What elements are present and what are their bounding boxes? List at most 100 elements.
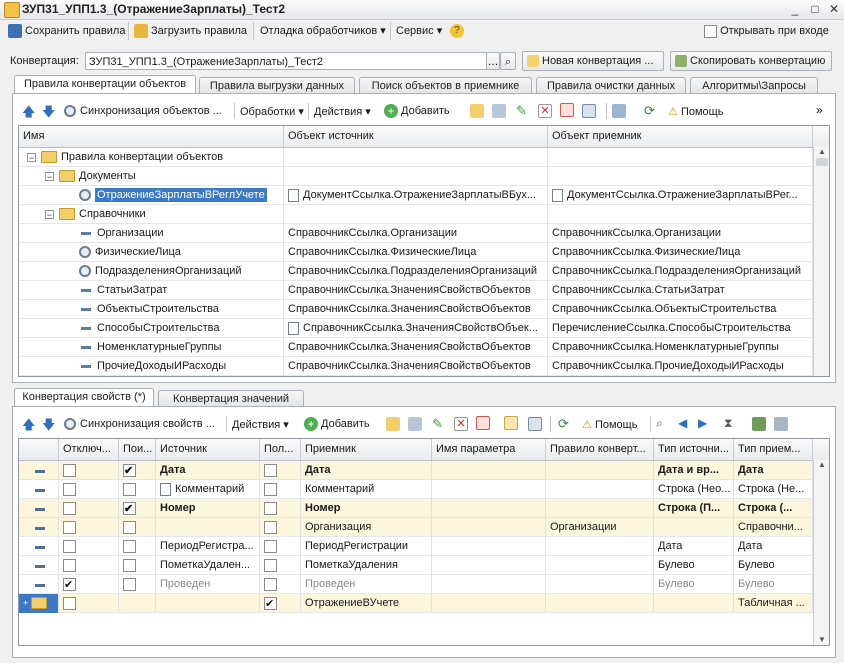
full-checkbox[interactable] — [264, 482, 277, 496]
expand-icon[interactable]: + — [23, 598, 28, 608]
new-folder-icon[interactable] — [470, 104, 484, 118]
new-conversion-button[interactable]: Новая конвертация ... — [522, 51, 664, 71]
disabled-checkbox[interactable] — [63, 558, 76, 572]
columns-icon[interactable] — [774, 417, 788, 431]
tab-property-conversion[interactable]: Конвертация свойств (*) — [14, 388, 154, 407]
table-row[interactable]: − Правила конвертации объектов — [19, 148, 829, 167]
tab-cleanup-rules[interactable]: Правила очистки данных — [536, 77, 686, 94]
search-icon[interactable]: ⌕ — [656, 416, 663, 431]
search-checkbox[interactable] — [123, 462, 136, 480]
table-row[interactable]: ФизическиеЛица СправочникСсылка.Физическ… — [19, 243, 829, 262]
full-checkbox[interactable] — [264, 501, 277, 515]
scroll-thumb[interactable] — [816, 158, 828, 166]
search-checkbox[interactable] — [123, 482, 136, 496]
copy-conversion-button[interactable]: Скопировать конвертацию — [670, 51, 832, 71]
table-row[interactable]: СпособыСтроительства СправочникСсылка.Зн… — [19, 319, 829, 338]
actions-menu[interactable]: Действия ▾ — [232, 418, 289, 431]
arrow-up-icon[interactable]: 🡅 — [22, 103, 35, 125]
column-header-rule[interactable]: Правило конверт... — [546, 439, 654, 460]
table-row[interactable]: СтатьиЗатрат СправочникСсылка.ЗначенияСв… — [19, 281, 829, 300]
scroll-up-icon[interactable]: ▲ — [814, 147, 829, 156]
column-header-source-type[interactable]: Тип источни... — [654, 439, 734, 460]
full-checkbox[interactable] — [264, 558, 277, 572]
sync-properties-button[interactable]: Синхронизация свойств ... — [64, 418, 215, 431]
help-button[interactable]: ⚠ Помощь — [668, 105, 723, 118]
table-row[interactable]: + ОтражениеВУчете Табличная ... — [19, 594, 829, 613]
list-settings-icon[interactable] — [752, 417, 766, 431]
disabled-checkbox[interactable] — [63, 576, 76, 594]
add-button[interactable]: + Добавить — [304, 417, 370, 431]
tab-object-search[interactable]: Поиск объектов в приемнике — [359, 77, 532, 94]
collapse-icon[interactable]: − — [45, 209, 54, 219]
table-row[interactable]: ПометкаУдален... ПометкаУдаления Булево … — [19, 556, 829, 575]
column-header-search[interactable]: Пои... — [119, 439, 156, 460]
arrow-up-icon[interactable]: 🡅 — [22, 416, 35, 438]
table-row[interactable]: Дата Дата Дата и вр... Дата — [19, 461, 829, 480]
column-header-disabled[interactable]: Отключ... — [59, 439, 119, 460]
add-button[interactable]: + Добавить — [384, 104, 450, 118]
tab-object-conversion-rules[interactable]: Правила конвертации объектов — [14, 75, 196, 94]
load-rules-button[interactable]: Загрузить правила — [134, 21, 247, 41]
group-icon[interactable] — [528, 417, 542, 431]
disabled-checkbox[interactable] — [63, 520, 76, 534]
refresh-icon[interactable]: ⟳ — [558, 416, 569, 432]
delete-icon[interactable]: ✕ — [538, 104, 552, 118]
help-button[interactable]: ⚠ Помощь — [582, 418, 637, 431]
table-row[interactable]: Организация Организации Справочни... — [19, 518, 829, 537]
mark-deletion-icon[interactable] — [560, 103, 574, 117]
rules-scrollbar[interactable]: ▲ — [813, 147, 829, 376]
delete-icon[interactable]: ✕ — [454, 417, 468, 431]
disabled-checkbox[interactable] — [63, 482, 76, 496]
scroll-down-icon[interactable]: ▼ — [814, 635, 829, 644]
close-button[interactable]: ✕ — [825, 1, 843, 17]
copy-row-icon[interactable] — [492, 104, 506, 118]
disabled-checkbox[interactable] — [63, 539, 76, 553]
refresh-icon[interactable]: ⟳ — [644, 103, 655, 119]
column-header-full[interactable]: Пол... — [260, 439, 301, 460]
table-row[interactable]: Организации СправочникСсылка.Организации… — [19, 224, 829, 243]
conversion-input[interactable]: ЗУП31_УПП1.3_(ОтражениеЗарплаты)_Тест2 — [85, 52, 487, 70]
tab-algorithms[interactable]: Алгоритмы\Запросы — [690, 77, 818, 94]
full-checkbox[interactable] — [264, 463, 277, 477]
table-row[interactable]: НоменклатурныеГруппы СправочникСсылка.Зн… — [19, 338, 829, 357]
table-row[interactable]: ОбъектыСтроительства СправочникСсылка.Зн… — [19, 300, 829, 319]
table-row[interactable]: ПрочиеДоходыИРасходы СправочникСсылка.Зн… — [19, 357, 829, 376]
more-icon[interactable]: » — [816, 103, 823, 117]
tab-export-rules[interactable]: Правила выгрузки данных — [199, 77, 355, 94]
conversion-dropdown-button[interactable]: … — [486, 52, 500, 70]
arrow-right-icon[interactable]: ▶ — [698, 416, 707, 430]
sync-objects-button[interactable]: Синхронизация объектов ... — [64, 105, 222, 118]
save-rules-button[interactable]: Сохранить правила — [8, 21, 125, 41]
arrow-down-icon[interactable]: 🡇 — [42, 103, 55, 125]
search-checkbox[interactable] — [123, 500, 136, 518]
column-header-source[interactable]: Источник — [156, 439, 260, 460]
copy-row-icon[interactable] — [408, 417, 422, 431]
table-row[interactable]: ПодразделенияОрганизаций СправочникСсылк… — [19, 262, 829, 281]
arrow-down-icon[interactable]: 🡇 — [42, 416, 55, 438]
column-header-target-type[interactable]: Тип прием... — [734, 439, 813, 460]
search-checkbox[interactable] — [123, 520, 136, 534]
search-checkbox[interactable] — [123, 539, 136, 553]
edit-icon[interactable]: ✎ — [516, 103, 527, 119]
open-on-start-checkbox[interactable]: Открывать при входе — [704, 21, 829, 41]
arrow-left-icon[interactable]: ◀ — [678, 416, 687, 430]
properties-icon[interactable] — [582, 104, 596, 118]
table-row[interactable]: ОтражениеЗарплатыВРеглУчете ДокументСсыл… — [19, 186, 829, 205]
filter-icon[interactable]: ⧗ — [724, 416, 732, 431]
column-header-source[interactable]: Объект источник — [284, 126, 548, 147]
edit-icon[interactable]: ✎ — [432, 416, 443, 432]
help-button[interactable]: ? — [450, 21, 467, 41]
service-menu[interactable]: Сервис ▾ — [396, 21, 442, 41]
new-folder-icon[interactable] — [386, 417, 400, 431]
full-checkbox[interactable] — [264, 539, 277, 553]
disabled-checkbox[interactable] — [63, 596, 76, 610]
table-row[interactable]: Номер Номер Строка (П... Строка (... — [19, 499, 829, 518]
collapse-icon[interactable]: − — [27, 152, 36, 162]
disabled-checkbox[interactable] — [63, 501, 76, 515]
search-checkbox[interactable] — [123, 558, 136, 572]
conversion-search-button[interactable]: ⌕ — [500, 52, 516, 70]
table-row[interactable]: Комментарий Комментарий Строка (Нео... С… — [19, 480, 829, 499]
full-checkbox[interactable] — [264, 520, 277, 534]
collapse-icon[interactable]: − — [45, 171, 54, 181]
full-checkbox[interactable] — [264, 595, 277, 613]
